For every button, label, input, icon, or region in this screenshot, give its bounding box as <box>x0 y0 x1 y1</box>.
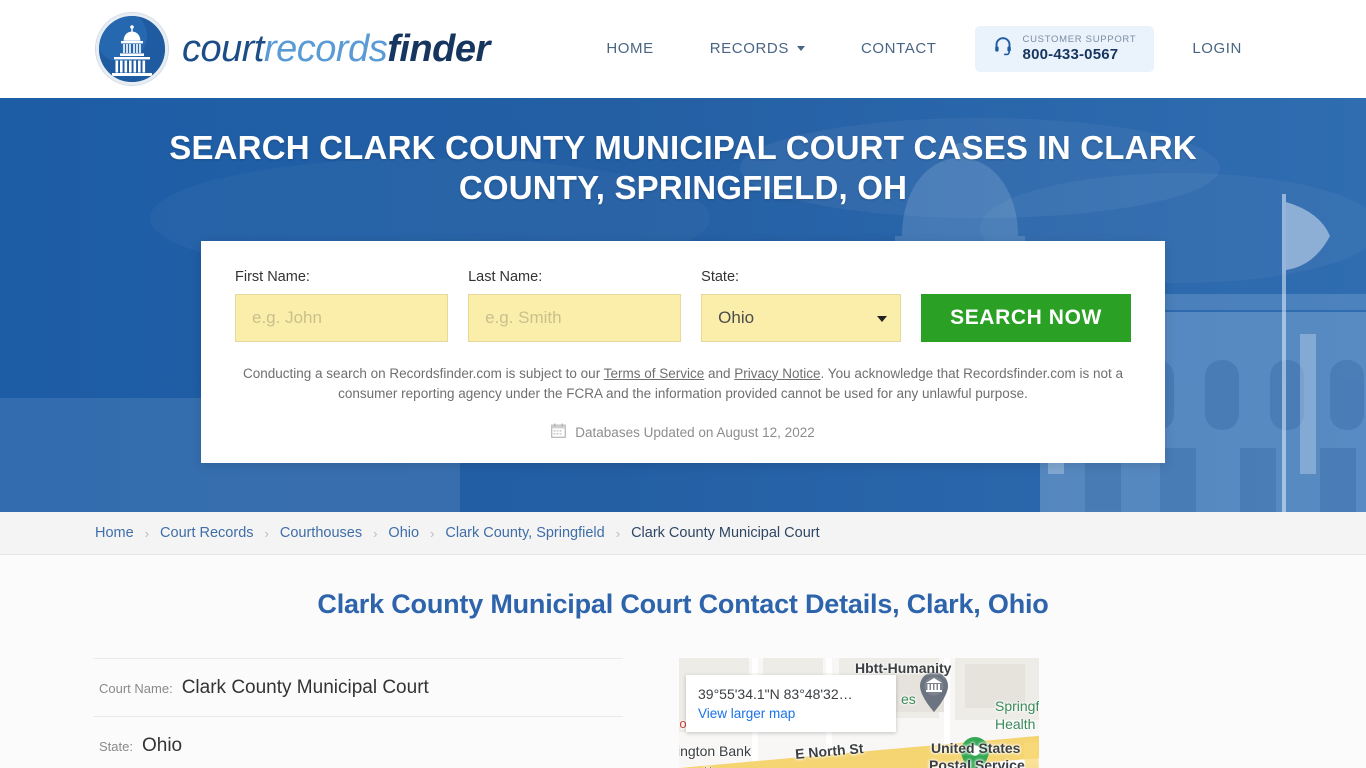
map-label-springfield-health-1: Springfiel <box>995 698 1039 714</box>
chevron-down-icon <box>796 46 805 52</box>
state-field-group: State: Ohio <box>701 268 902 342</box>
map-label-postal-service: Postal Service <box>929 757 1025 768</box>
calendar-icon <box>551 423 567 441</box>
map-label-habitat-humanity: Hbtt-Humanity <box>855 660 952 676</box>
court-location-map[interactable]: S <box>679 658 1039 768</box>
privacy-notice-link[interactable]: Privacy Notice <box>734 366 820 381</box>
logo-wordmark: courtrecordsfinder <box>182 28 490 71</box>
detail-row-state: State: Ohio <box>93 716 623 768</box>
logo-text-court: court <box>182 27 264 70</box>
terms-of-service-link[interactable]: Terms of Service <box>604 366 705 381</box>
state-label: State: <box>701 268 740 285</box>
headset-icon <box>993 36 1013 61</box>
nav-item-login[interactable]: LOGIN <box>1164 30 1270 67</box>
customer-support-phone: 800-433-0567 <box>1022 45 1119 63</box>
search-form-row: First Name: Last Name: State: Ohio <box>235 268 1132 342</box>
search-now-button[interactable]: SEARCH NOW <box>921 293 1132 342</box>
nav-item-home[interactable]: HOME <box>578 30 681 67</box>
customer-support-badge[interactable]: CUSTOMER SUPPORT 800-433-0567 <box>974 25 1155 73</box>
customer-support-label: CUSTOMER SUPPORT <box>1022 33 1137 45</box>
first-name-label: First Name: <box>235 268 310 285</box>
main-content: Clark County Municipal Court Contact Det… <box>0 555 1366 768</box>
hero-title: SEARCH CLARK COUNTY MUNICIPAL COURT CASE… <box>169 129 1197 207</box>
court-details-list: Court Name: Clark County Municipal Court… <box>93 658 623 768</box>
map-label-es: es <box>901 691 916 707</box>
nav-item-contact-label: CONTACT <box>860 40 937 58</box>
site-logo[interactable]: courtrecordsfinder <box>96 13 490 85</box>
logo-text-records: records <box>263 27 388 70</box>
map-label-united-states: United States <box>931 740 1021 756</box>
nav-item-records[interactable]: RECORDS <box>682 30 833 67</box>
breadcrumb-item-court-records[interactable]: Court Records <box>160 525 253 541</box>
nav-item-contact[interactable]: CONTACT <box>833 30 965 67</box>
capitol-dome-icon <box>96 13 168 85</box>
detail-label-state: State: <box>99 739 133 754</box>
detail-row-court-name: Court Name: Clark County Municipal Court <box>93 658 623 716</box>
map-label-ington-bank: ington Bank <box>679 743 751 759</box>
last-name-field-group: Last Name: <box>468 268 682 342</box>
view-larger-map-link[interactable]: View larger map <box>698 706 795 721</box>
breadcrumb-separator: › <box>373 525 378 541</box>
breadcrumb-item-ohio[interactable]: Ohio <box>388 525 419 541</box>
search-disclaimer: Conducting a search on Recordsfinder.com… <box>243 364 1123 406</box>
breadcrumb-item-home[interactable]: Home <box>95 525 134 541</box>
last-name-input[interactable] <box>468 293 682 342</box>
search-form-card: First Name: Last Name: State: Ohio <box>201 240 1165 464</box>
state-select[interactable]: Ohio <box>701 293 902 342</box>
detail-value-state: Ohio <box>141 735 183 756</box>
map-coordinates: 39°55'34.1"N 83°48'32… <box>698 686 853 702</box>
first-name-input[interactable] <box>235 293 449 342</box>
breadcrumb-separator: › <box>264 525 269 541</box>
site-header: courtrecordsfinder HOME RECORDS CONTACT <box>0 0 1366 98</box>
breadcrumb-item-current: Clark County Municipal Court <box>631 525 820 541</box>
logo-text-finder: finder <box>387 27 490 70</box>
breadcrumb: Home › Court Records › Courthouses › Ohi… <box>93 525 1273 541</box>
detail-value-court-name: Clark County Municipal Court <box>181 677 429 698</box>
databases-updated: Databases Updated on August 12, 2022 <box>235 423 1131 441</box>
breadcrumb-separator: › <box>144 525 150 541</box>
disclaimer-text-middle: and <box>704 365 735 381</box>
map-label-springfield-health-2: Health & I <box>995 716 1039 732</box>
first-name-field-group: First Name: <box>235 268 449 342</box>
map-pin-gray <box>919 672 949 717</box>
breadcrumb-separator: › <box>615 525 621 541</box>
databases-updated-text: Databases Updated on August 12, 2022 <box>575 424 815 440</box>
nav-item-records-label: RECORDS <box>709 40 789 58</box>
map-info-card: 39°55'34.1"N 83°48'32… View larger map <box>686 675 896 733</box>
breadcrumb-bar: Home › Court Records › Courthouses › Ohi… <box>0 512 1366 555</box>
breadcrumb-item-courthouses[interactable]: Courthouses <box>280 525 362 541</box>
nav-item-home-label: HOME <box>606 40 654 58</box>
breadcrumb-item-clark-county-springfield[interactable]: Clark County, Springfield <box>445 525 604 541</box>
nav-item-login-label: LOGIN <box>1192 40 1242 58</box>
disclaimer-text-before: Conducting a search on Recordsfinder.com… <box>243 365 604 381</box>
breadcrumb-separator: › <box>430 525 435 541</box>
hero-section: SEARCH CLARK COUNTY MUNICIPAL COURT CASE… <box>0 98 1366 512</box>
page-title: Clark County Municipal Court Contact Det… <box>317 589 1049 619</box>
detail-label-court-name: Court Name: <box>99 681 173 696</box>
main-navigation: HOME RECORDS CONTACT CUSTOMER SUPPORT 80 <box>578 25 1270 73</box>
last-name-label: Last Name: <box>468 268 543 285</box>
